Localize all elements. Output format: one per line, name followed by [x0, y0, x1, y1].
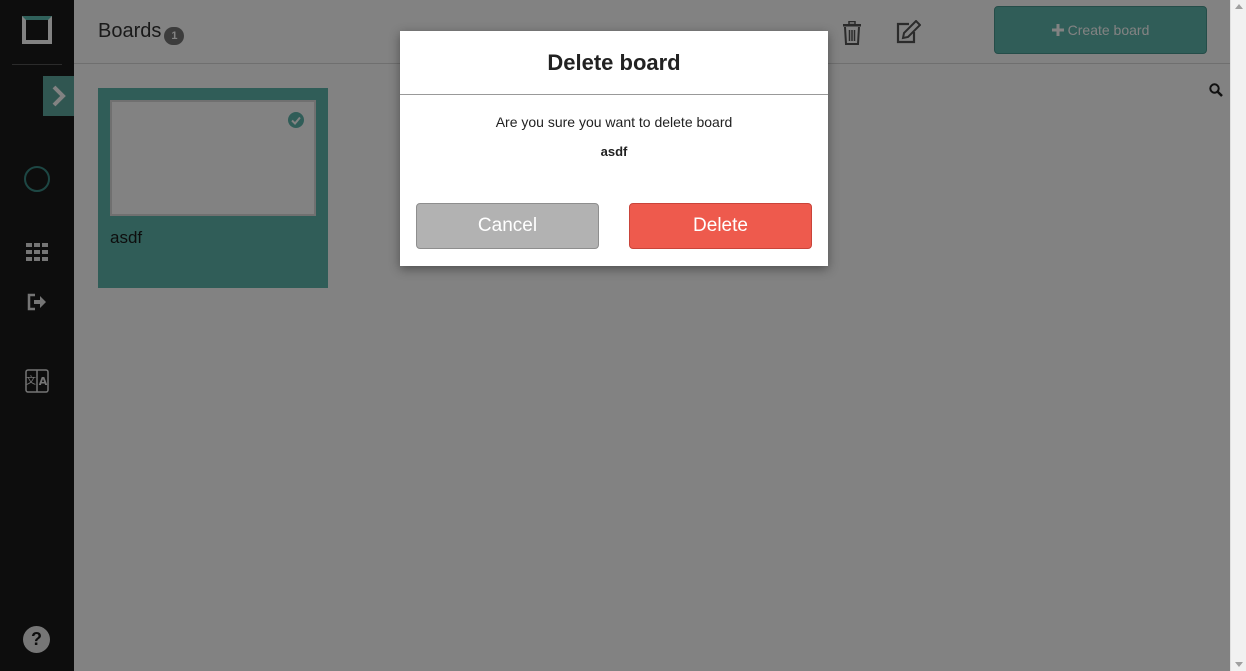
- cancel-button[interactable]: Cancel: [416, 203, 599, 249]
- delete-board-dialog: Delete board Are you sure you want to de…: [400, 31, 828, 266]
- page-scrollbar[interactable]: [1230, 0, 1246, 671]
- scroll-down-icon[interactable]: [1235, 662, 1243, 667]
- scroll-up-icon[interactable]: [1235, 4, 1243, 9]
- dialog-message: Are you sure you want to delete board: [495, 114, 733, 130]
- confirm-delete-button[interactable]: Delete: [629, 203, 812, 249]
- dialog-header: Delete board: [400, 31, 828, 95]
- dialog-board-name: asdf: [600, 144, 628, 159]
- dialog-body: Are you sure you want to delete board as…: [400, 95, 828, 159]
- dialog-title: Delete board: [547, 49, 681, 75]
